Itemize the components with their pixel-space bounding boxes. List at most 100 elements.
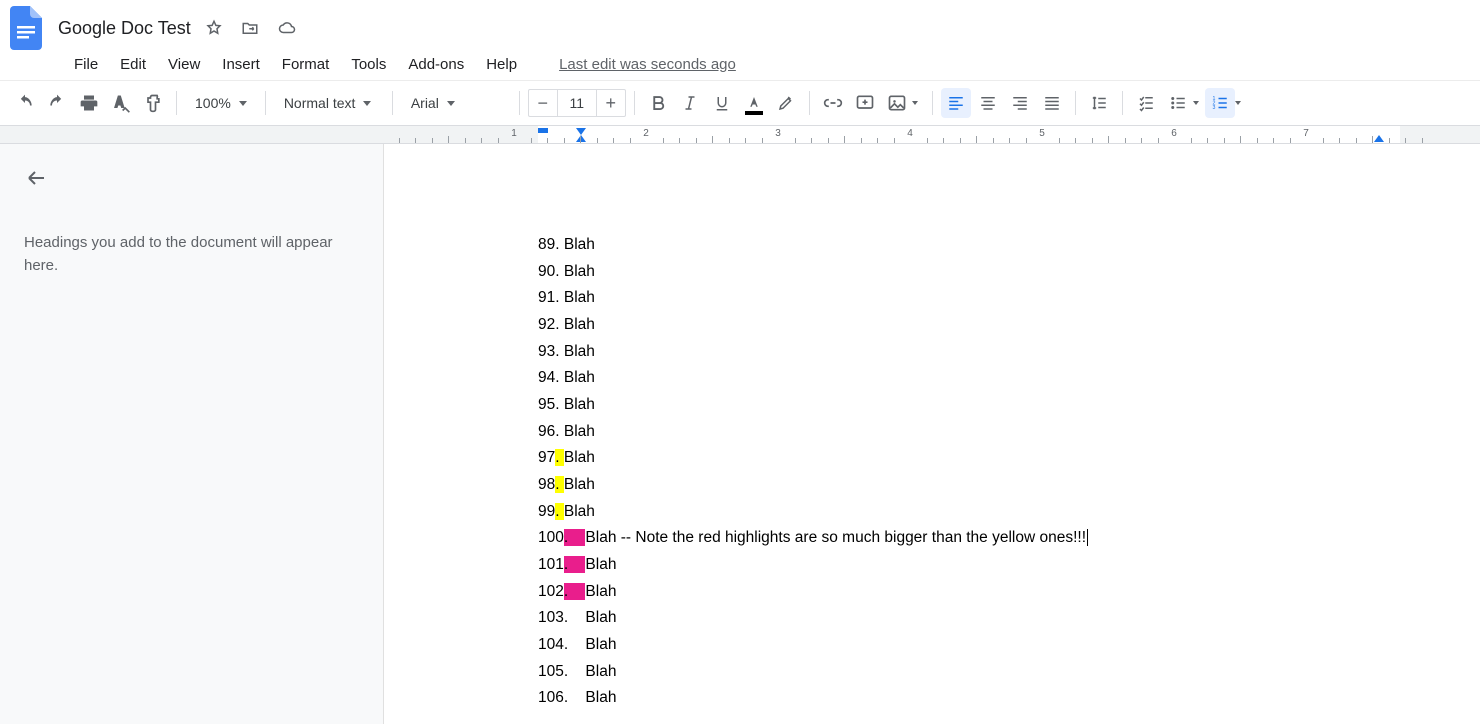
- ruler-number: 2: [643, 128, 649, 139]
- document-line[interactable]: 97. Blah: [538, 445, 1480, 472]
- text-color-button[interactable]: [739, 88, 769, 118]
- text-cursor: [1087, 529, 1088, 546]
- ruler-number: 3: [775, 128, 781, 139]
- document-line[interactable]: 99. Blah: [538, 499, 1480, 526]
- separator: [932, 91, 933, 115]
- ruler-number: 5: [1039, 128, 1045, 139]
- menu-insert[interactable]: Insert: [222, 56, 260, 73]
- font-size-decrease-button[interactable]: −: [529, 90, 557, 116]
- underline-button[interactable]: [707, 88, 737, 118]
- paragraph-style-select[interactable]: Normal text: [274, 88, 384, 118]
- chevron-down-icon[interactable]: [1193, 101, 1199, 105]
- document-line[interactable]: 98. Blah: [538, 472, 1480, 499]
- font-size-input[interactable]: [557, 90, 597, 116]
- left-indent-marker[interactable]: [576, 135, 586, 142]
- document-title[interactable]: Google Doc Test: [52, 16, 197, 41]
- zoom-value: 100%: [195, 95, 231, 111]
- font-value: Arial: [411, 95, 439, 111]
- svg-text:3: 3: [1212, 105, 1215, 111]
- insert-image-button[interactable]: [882, 88, 912, 118]
- document-line[interactable]: 94. Blah: [538, 365, 1480, 392]
- document-line[interactable]: 96. Blah: [538, 419, 1480, 446]
- cloud-status-icon[interactable]: [277, 19, 297, 37]
- paragraph-style-value: Normal text: [284, 95, 356, 111]
- chevron-down-icon: [363, 101, 371, 106]
- document-line[interactable]: 102. Blah: [538, 579, 1480, 606]
- ruler-number: 6: [1171, 128, 1177, 139]
- app-header: Google Doc Test File Edit View Insert Fo…: [0, 0, 1480, 80]
- document-line[interactable]: 95. Blah: [538, 392, 1480, 419]
- document-line[interactable]: 106. Blah: [538, 685, 1480, 712]
- document-line[interactable]: 89. Blah: [538, 232, 1480, 259]
- separator: [265, 91, 266, 115]
- outline-collapse-button[interactable]: [24, 166, 359, 195]
- title-row: Google Doc Test: [8, 8, 1472, 48]
- menu-tools[interactable]: Tools: [351, 56, 386, 73]
- document-line[interactable]: 103. Blah: [538, 605, 1480, 632]
- print-button[interactable]: [74, 88, 104, 118]
- outline-pane: Headings you add to the document will ap…: [0, 144, 384, 724]
- chevron-down-icon: [447, 101, 455, 106]
- font-size-increase-button[interactable]: +: [597, 90, 625, 116]
- chevron-down-icon[interactable]: [912, 101, 918, 105]
- menu-bar: File Edit View Insert Format Tools Add-o…: [8, 48, 1472, 80]
- undo-button[interactable]: [10, 88, 40, 118]
- document-line[interactable]: 100. Blah -- Note the red highlights are…: [538, 525, 1480, 552]
- document-line[interactable]: 93. Blah: [538, 339, 1480, 366]
- insert-link-button[interactable]: [818, 88, 848, 118]
- menu-addons[interactable]: Add-ons: [408, 56, 464, 73]
- menu-edit[interactable]: Edit: [120, 56, 146, 73]
- bulleted-list-button[interactable]: [1163, 88, 1193, 118]
- move-icon[interactable]: [241, 19, 259, 37]
- toolbar: 100% Normal text Arial − + 123: [0, 80, 1480, 126]
- page: 89. Blah90. Blah91. Blah92. Blah93. Blah…: [384, 144, 1480, 724]
- separator: [392, 91, 393, 115]
- first-line-indent-marker[interactable]: [538, 128, 548, 133]
- checklist-button[interactable]: [1131, 88, 1161, 118]
- docs-logo-icon[interactable]: [8, 4, 44, 52]
- text-color-swatch: [745, 111, 763, 115]
- bold-button[interactable]: [643, 88, 673, 118]
- menu-file[interactable]: File: [74, 56, 98, 73]
- document-line[interactable]: 104. Blah: [538, 632, 1480, 659]
- ruler-number: 1: [511, 128, 517, 139]
- document-line[interactable]: 105. Blah: [538, 659, 1480, 686]
- separator: [1122, 91, 1123, 115]
- separator: [809, 91, 810, 115]
- redo-button[interactable]: [42, 88, 72, 118]
- document-body[interactable]: 89. Blah90. Blah91. Blah92. Blah93. Blah…: [384, 144, 1480, 712]
- italic-button[interactable]: [675, 88, 705, 118]
- ruler[interactable]: 1234567: [0, 126, 1480, 144]
- separator: [176, 91, 177, 115]
- align-left-button[interactable]: [941, 88, 971, 118]
- menu-format[interactable]: Format: [282, 56, 330, 73]
- chevron-down-icon: [239, 101, 247, 106]
- numbered-list-button[interactable]: 123: [1205, 88, 1235, 118]
- chevron-down-icon[interactable]: [1235, 101, 1241, 105]
- workspace: Headings you add to the document will ap…: [0, 144, 1480, 724]
- last-edit-link[interactable]: Last edit was seconds ago: [559, 56, 736, 73]
- align-center-button[interactable]: [973, 88, 1003, 118]
- line-spacing-button[interactable]: [1084, 88, 1114, 118]
- font-select[interactable]: Arial: [401, 88, 511, 118]
- highlight-color-button[interactable]: [771, 88, 801, 118]
- outline-placeholder-text: Headings you add to the document will ap…: [24, 231, 359, 278]
- insert-comment-button[interactable]: [850, 88, 880, 118]
- menu-view[interactable]: View: [168, 56, 200, 73]
- document-line[interactable]: 90. Blah: [538, 259, 1480, 286]
- ruler-number: 4: [907, 128, 913, 139]
- zoom-select[interactable]: 100%: [185, 88, 257, 118]
- right-indent-marker[interactable]: [1374, 135, 1384, 142]
- align-right-button[interactable]: [1005, 88, 1035, 118]
- hanging-indent-marker[interactable]: [576, 128, 586, 135]
- separator: [1075, 91, 1076, 115]
- paint-format-button[interactable]: [138, 88, 168, 118]
- align-justify-button[interactable]: [1037, 88, 1067, 118]
- document-line[interactable]: 92. Blah: [538, 312, 1480, 339]
- menu-help[interactable]: Help: [486, 56, 517, 73]
- document-canvas[interactable]: 89. Blah90. Blah91. Blah92. Blah93. Blah…: [384, 144, 1480, 724]
- spellcheck-button[interactable]: [106, 88, 136, 118]
- document-line[interactable]: 101. Blah: [538, 552, 1480, 579]
- star-icon[interactable]: [205, 19, 223, 37]
- document-line[interactable]: 91. Blah: [538, 285, 1480, 312]
